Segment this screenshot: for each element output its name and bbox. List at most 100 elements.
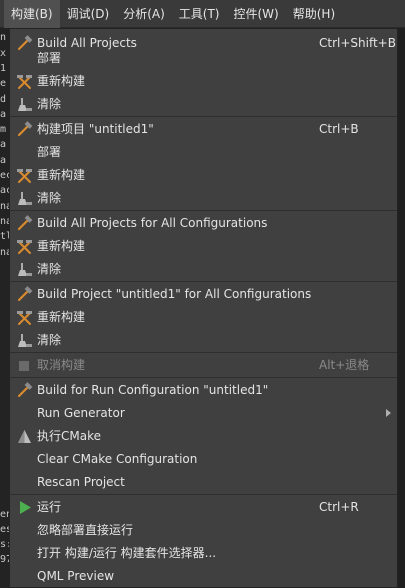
menu-tools[interactable]: 工具(T) <box>172 0 227 28</box>
menu-item-label: 重新构建 <box>37 168 86 182</box>
background-code-fragment: tl <box>0 231 9 242</box>
background-code-fragment: es <box>0 524 9 535</box>
background-code-fragment: na <box>0 216 9 227</box>
menu-item-label: 部署 <box>37 51 62 65</box>
menu-item-build-project-untitled1[interactable]: 构建项目 "untitled1" Ctrl+B <box>10 118 397 141</box>
menu-item-label: Build Project "untitled1" for All Config… <box>37 287 312 301</box>
menu-item-clean-project[interactable]: 清除 <box>10 187 397 210</box>
background-code-fragment: a <box>0 139 7 150</box>
menubar: 构建(B) 调试(D) 分析(A) 工具(T) 控件(W) 帮助(H) <box>0 0 405 28</box>
menu-item-label: 重新构建 <box>37 74 86 88</box>
rebuild-hammers-icon <box>16 238 33 255</box>
menu-help[interactable]: 帮助(H) <box>286 0 342 28</box>
menu-item-label: Clear CMake Configuration <box>37 452 198 466</box>
menu-item-label: 运行 <box>37 500 62 514</box>
hammer-icon <box>16 215 33 232</box>
menu-build[interactable]: 构建(B) <box>4 0 60 28</box>
background-right-edge <box>398 28 405 588</box>
background-code-fragment: na <box>0 247 9 258</box>
menu-item-label: 清除 <box>37 333 62 347</box>
menu-widgets[interactable]: 控件(W) <box>227 0 286 28</box>
background-editor-strip: nx1edamaaecacnanatlnaeness:97 <box>0 28 9 588</box>
menu-item-rebuild-project[interactable]: 重新构建 <box>10 164 397 187</box>
menu-item-run-cmake[interactable]: 执行CMake <box>10 425 397 448</box>
menu-item-build-all-all-configs[interactable]: Build All Projects for All Configuration… <box>10 212 397 235</box>
menu-item-build-project-all-configs[interactable]: Build Project "untitled1" for All Config… <box>10 283 397 306</box>
clean-broom-icon <box>16 261 33 278</box>
menu-item-label: 构建项目 "untitled1" <box>37 122 154 136</box>
menu-analyze[interactable]: 分析(A) <box>116 0 172 28</box>
background-code-fragment: 97 <box>0 554 9 565</box>
background-code-fragment: x <box>0 48 7 59</box>
background-code-fragment: s: <box>0 539 9 550</box>
menu-item-rebuild-all-all-configs[interactable]: 重新构建 <box>10 235 397 258</box>
menu-item-run[interactable]: 运行 Ctrl+R <box>10 496 397 519</box>
background-code-fragment: en <box>0 509 9 520</box>
menu-item-build-for-run-config[interactable]: Build for Run Configuration "untitled1" <box>10 379 397 402</box>
menu-item-label: 取消构建 <box>37 358 86 372</box>
background-code-fragment: d <box>0 94 7 105</box>
build-menu-popup: Build All Projects Ctrl+Shift+B 部署 重新构建 清除 构建… <box>9 28 398 588</box>
menu-item-rebuild-project-all-configs[interactable]: 重新构建 <box>10 306 397 329</box>
menu-item-cancel-build: 取消构建 Alt+退格 <box>10 354 397 377</box>
menu-item-label: 忽略部署直接运行 <box>37 523 134 537</box>
menu-item-shortcut: Ctrl+B <box>319 122 359 136</box>
background-code-fragment: a <box>0 109 7 120</box>
menu-item-label: Build for Run Configuration "untitled1" <box>37 383 269 397</box>
menu-item-label: 打开 构建/运行 构建套件选择器... <box>37 546 217 560</box>
menu-item-label: Rescan Project <box>37 475 125 489</box>
menu-item-label: QML Preview <box>37 569 115 583</box>
menu-item-run-without-deploy[interactable]: 忽略部署直接运行 <box>10 519 397 542</box>
menu-item-clear-cmake-config[interactable]: Clear CMake Configuration <box>10 448 397 471</box>
menu-item-label: Build All Projects for All Configuration… <box>37 216 268 230</box>
cmake-icon <box>16 428 33 445</box>
stop-square-icon <box>16 357 33 374</box>
background-code-fragment: 1 <box>0 63 7 74</box>
menu-separator <box>10 281 397 282</box>
menu-item-shortcut: Alt+退格 <box>319 358 370 372</box>
rebuild-hammers-icon <box>16 73 33 90</box>
background-code-fragment: ac <box>0 185 9 196</box>
background-code-fragment: a <box>0 155 7 166</box>
menu-item-deploy-all[interactable]: 部署 <box>10 47 397 70</box>
menu-item-run-generator[interactable]: Run Generator <box>10 402 397 425</box>
menu-item-clean-all-all-configs[interactable]: 清除 <box>10 258 397 281</box>
menu-separator <box>10 377 397 378</box>
menu-separator <box>10 116 397 117</box>
menu-item-label: 重新构建 <box>37 239 86 253</box>
menu-item-label: 部署 <box>37 145 62 159</box>
rebuild-hammers-icon <box>16 167 33 184</box>
menu-item-clean-project-all-configs[interactable]: 清除 <box>10 329 397 352</box>
menu-item-rescan-project[interactable]: Rescan Project <box>10 471 397 494</box>
background-code-fragment: m <box>0 124 7 135</box>
menu-item-clean-all[interactable]: 清除 <box>10 93 397 116</box>
clean-broom-icon <box>16 332 33 349</box>
hammer-icon <box>16 286 33 303</box>
background-code-fragment: n <box>0 32 7 43</box>
menu-debug[interactable]: 调试(D) <box>60 0 117 28</box>
hammer-icon <box>16 382 33 399</box>
menu-item-label: 清除 <box>37 262 62 276</box>
menu-item-label: 重新构建 <box>37 310 86 324</box>
menu-item-label: 清除 <box>37 191 62 205</box>
menu-item-qml-preview[interactable]: QML Preview <box>10 565 397 588</box>
menu-item-label: 执行CMake <box>37 429 101 443</box>
menu-item-rebuild-all[interactable]: 重新构建 <box>10 70 397 93</box>
rebuild-hammers-icon <box>16 309 33 326</box>
menu-separator <box>10 210 397 211</box>
submenu-arrow-icon <box>386 409 391 417</box>
menu-separator <box>10 352 397 353</box>
menu-item-label: 清除 <box>37 97 62 111</box>
play-icon <box>16 499 33 516</box>
menu-item-shortcut: Ctrl+R <box>319 500 359 514</box>
menu-separator <box>10 494 397 495</box>
clean-broom-icon <box>16 190 33 207</box>
background-code-fragment: ec <box>0 170 9 181</box>
clean-broom-icon <box>16 96 33 113</box>
background-code-fragment: na <box>0 201 9 212</box>
background-code-fragment: e <box>0 78 7 89</box>
menu-item-deploy-project[interactable]: 部署 <box>10 141 397 164</box>
menu-item-label: Run Generator <box>37 406 125 420</box>
menu-item-open-kit-selector[interactable]: 打开 构建/运行 构建套件选择器... <box>10 542 397 565</box>
hammer-icon <box>16 121 33 138</box>
